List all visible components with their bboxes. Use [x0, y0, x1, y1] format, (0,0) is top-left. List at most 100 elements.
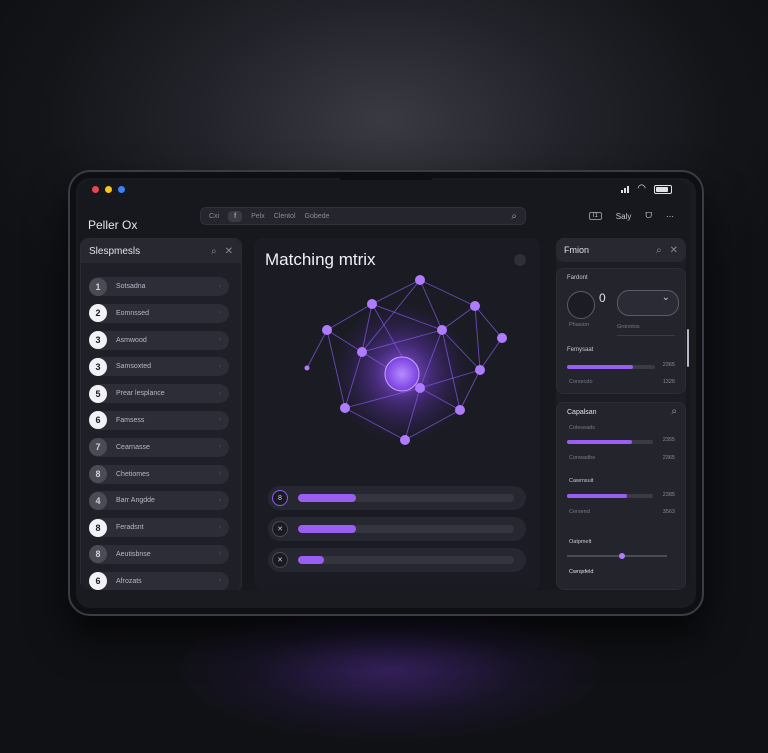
secondary-dropdown[interactable]: Gronntos — [617, 324, 675, 336]
step-item[interactable]: 3 Samsoxted › — [89, 357, 229, 377]
slider-track[interactable] — [298, 525, 514, 533]
chevron-right-icon: › — [219, 310, 221, 317]
window-controls — [92, 186, 125, 193]
toggle-icon[interactable]: ᗜ — [645, 211, 652, 221]
step-number: 3 — [89, 331, 107, 350]
step-item[interactable]: 8 Aeutisbnse › — [89, 544, 229, 564]
zoom-icon[interactable]: ⌕ — [211, 246, 217, 257]
chevron-right-icon: › — [219, 497, 221, 504]
step-item[interactable]: 1 Sotsadna › — [89, 277, 229, 296]
address-bar[interactable]: Cxi f Pelx Clentol Gobede ⌕ — [200, 207, 526, 225]
progress-track — [567, 365, 655, 369]
circle-toggle[interactable] — [567, 291, 595, 319]
slider-close-icon[interactable]: ✕ — [272, 552, 288, 568]
output-slider-knob[interactable] — [619, 553, 625, 559]
tablet-device: ◠ Peller Ox Cxi f Pelx Clentol Gobede ⌕ … — [68, 170, 704, 616]
capacity-sublabel-2: Cersend — [569, 509, 590, 515]
step-number: 6 — [89, 572, 107, 590]
central-node[interactable] — [384, 356, 420, 392]
chevron-right-icon: › — [219, 417, 221, 424]
url-segment[interactable]: Pelx — [251, 213, 265, 220]
step-label: Samsoxted — [116, 363, 152, 371]
capacity-value-1: 2355 — [662, 437, 675, 443]
step-item[interactable]: 3 Asmwood › — [89, 330, 229, 350]
step-item[interactable]: 6 Famsess › — [89, 410, 229, 430]
match-sliders: 8 ✕ ✕ — [268, 486, 526, 579]
mic-icon[interactable] — [514, 254, 526, 266]
step-label: Aeutisbnse — [116, 550, 151, 558]
close-dot[interactable] — [92, 186, 99, 193]
url-segment[interactable]: Gobede — [305, 213, 330, 220]
graph-node[interactable] — [415, 275, 425, 285]
chevron-right-icon: › — [219, 551, 221, 558]
step-item[interactable]: 7 Cearnasse › — [89, 437, 229, 457]
minimize-dot[interactable] — [105, 186, 112, 193]
step-item[interactable]: 6 Afrozats › — [89, 571, 229, 590]
graph-edge — [474, 305, 481, 371]
floor-glow — [180, 600, 600, 740]
chevron-right-icon: › — [219, 390, 221, 397]
url-segment[interactable]: Clentol — [274, 213, 296, 220]
capacity-fill-2 — [567, 494, 628, 498]
step-item[interactable]: 2 Eomnssed › — [89, 303, 229, 323]
settings-card: Fardont 0 Phasion Gronntos Femysaat 2365… — [556, 268, 689, 394]
details-panel-header: Fmion ⌕ ✕ — [556, 238, 686, 262]
graph-node[interactable] — [367, 299, 377, 309]
match-slider[interactable]: 8 — [268, 486, 526, 510]
tab-count-button[interactable]: I1 — [588, 212, 602, 220]
step-item[interactable]: 8 Chetiomes › — [89, 464, 229, 484]
steps-panel-header: Slespmesls ⌕ ✕ — [81, 239, 241, 263]
search-icon[interactable]: ⌕ — [671, 406, 677, 417]
section-label: Femysaat — [567, 347, 594, 353]
value-readout: 0 — [599, 291, 606, 305]
scrollbar[interactable] — [687, 329, 689, 367]
battery-icon — [654, 184, 672, 194]
url-segment[interactable]: Cxi — [209, 213, 219, 220]
graph-node[interactable] — [357, 347, 367, 357]
progress-value: 2365 — [662, 362, 675, 368]
capacity-track-2 — [567, 494, 653, 498]
match-slider[interactable]: ✕ — [268, 517, 526, 541]
match-slider[interactable]: ✕ — [268, 548, 526, 572]
user-button[interactable]: Saly — [616, 212, 632, 221]
graph-node[interactable] — [497, 333, 507, 343]
step-label: Prear lesplance — [116, 390, 165, 398]
search-icon[interactable]: ⌕ — [656, 245, 662, 256]
more-icon[interactable]: ⋯ — [666, 212, 674, 221]
steps-panel: Slespmesls ⌕ ✕ 1 Sotsadna › 2 Eomnssed › 3 Asmw… — [80, 238, 242, 590]
details-panel: Fmion ⌕ ✕ Fardont 0 Phasion Gronntos Fem… — [556, 238, 689, 590]
close-icon[interactable]: ✕ — [670, 245, 678, 256]
graph-node[interactable] — [304, 365, 310, 371]
slider-track[interactable] — [298, 494, 514, 502]
chevron-right-icon: › — [219, 471, 221, 478]
close-icon[interactable]: ✕ — [225, 246, 233, 257]
graph-node[interactable] — [470, 301, 480, 311]
card-footer: Cwrqsfeld — [569, 569, 594, 575]
slider-toggle-icon[interactable]: 8 — [272, 490, 288, 506]
step-item[interactable]: 4 Barr Angdde › — [89, 491, 229, 511]
slider-close-icon[interactable]: ✕ — [272, 521, 288, 537]
url-chip[interactable]: f — [228, 210, 243, 222]
step-item[interactable]: 8 Feradsnt › — [89, 518, 229, 538]
graph-node[interactable] — [415, 383, 425, 393]
graph-node[interactable] — [437, 325, 447, 335]
step-number: 8 — [89, 518, 107, 537]
graph-node[interactable] — [400, 435, 410, 445]
graph-node[interactable] — [455, 405, 465, 415]
details-panel-title: Fmion — [564, 245, 590, 255]
slider-track[interactable] — [298, 556, 514, 564]
progress-fill — [567, 365, 633, 369]
step-item[interactable]: 5 Prear lesplance › — [89, 384, 229, 404]
output-slider-track[interactable] — [567, 555, 667, 557]
dropdown-select[interactable] — [617, 290, 679, 316]
graph-node[interactable] — [340, 403, 350, 413]
graph-node[interactable] — [475, 365, 485, 375]
slider-fill — [298, 525, 357, 533]
capacity-fill-1 — [567, 440, 632, 444]
search-icon[interactable]: ⌕ — [511, 211, 517, 222]
matching-panel: Matching mtrix 8 ✕ ✕ — [254, 238, 540, 590]
step-label: Barr Angdde — [116, 497, 155, 505]
maximize-dot[interactable] — [118, 186, 125, 193]
graph-node[interactable] — [322, 325, 332, 335]
step-label: Cearnasse — [116, 443, 150, 451]
